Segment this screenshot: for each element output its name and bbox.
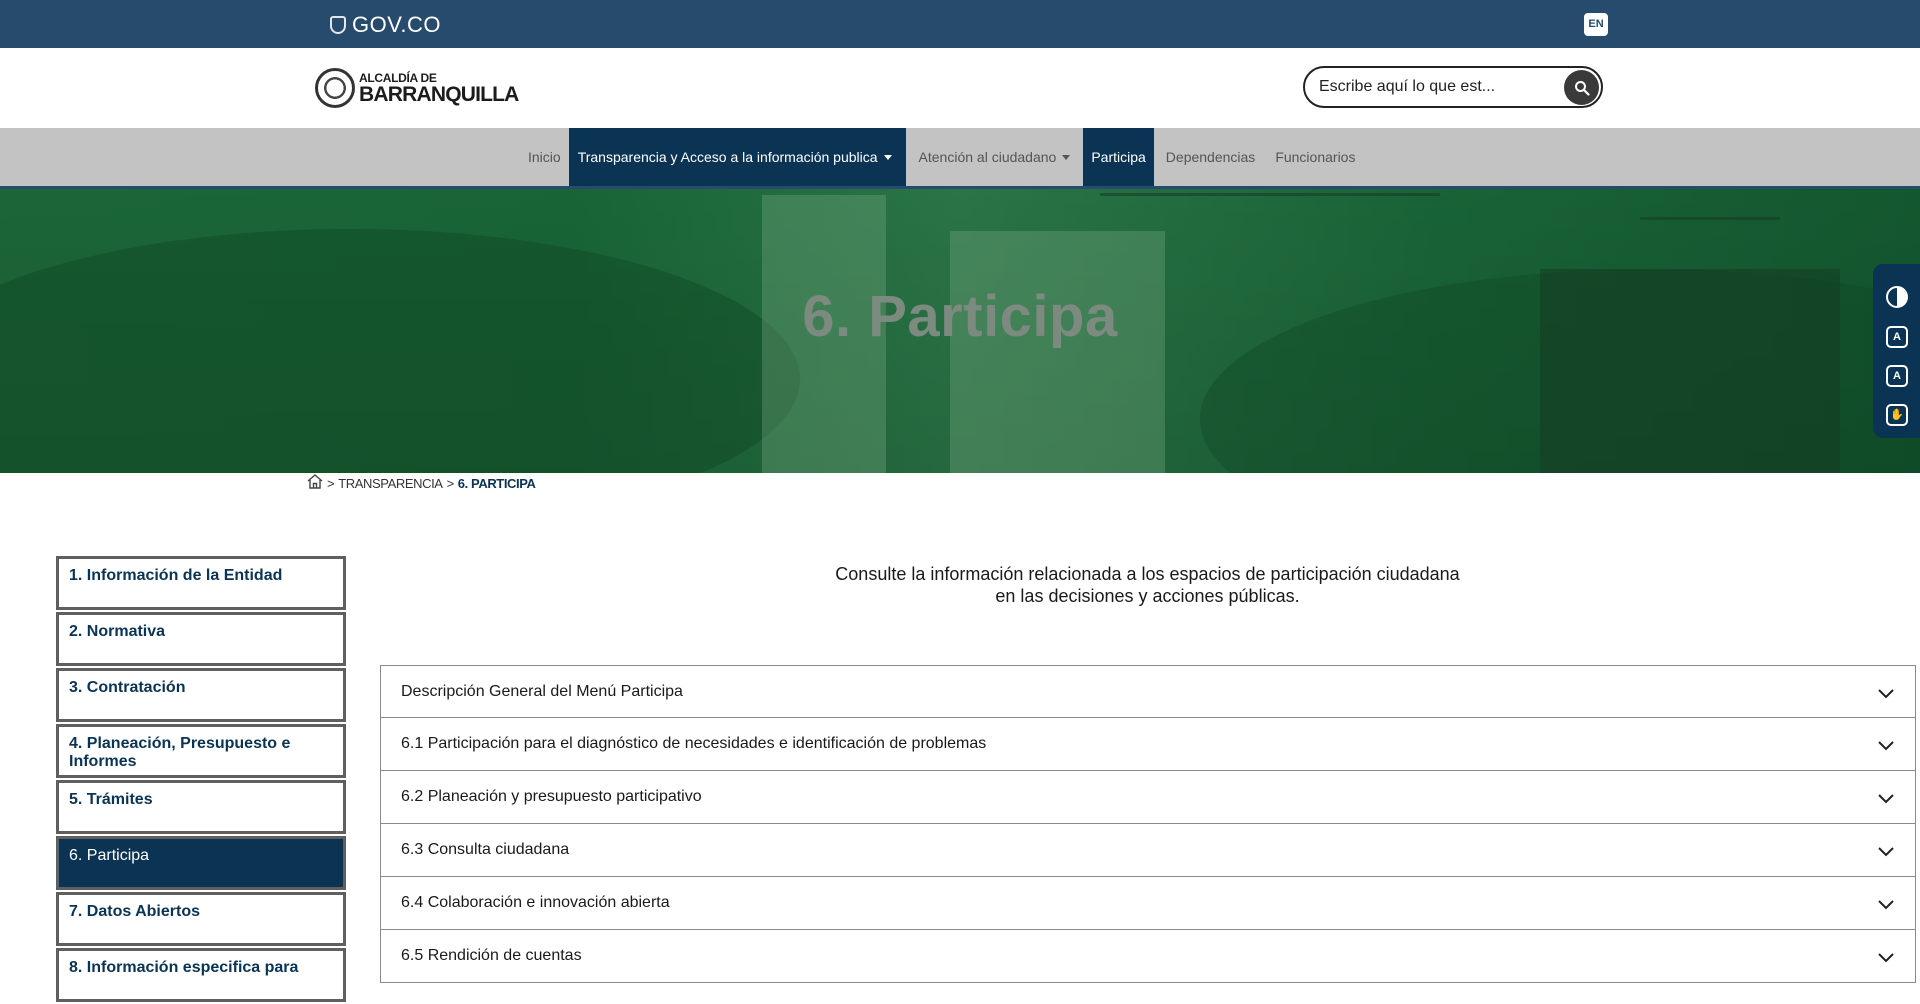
page-title: 6. Participa	[802, 284, 1118, 349]
search-button[interactable]	[1564, 70, 1599, 105]
sign-language-icon[interactable]: ✋	[1886, 404, 1908, 426]
accordion-item-label: 6.5 Rendición de cuentas	[401, 947, 582, 964]
hero-crane-shape	[1100, 193, 1440, 196]
search-input[interactable]	[1319, 76, 1559, 98]
chevron-down-icon	[1062, 154, 1071, 160]
sidebar-item-normativa[interactable]: 2. Normativa	[56, 612, 346, 666]
hero-banner: 6. Participa	[0, 189, 1920, 473]
gov-co-link[interactable]: GOV.CO	[330, 12, 441, 38]
accordion-item-label: Descripción General del Menú Participa	[401, 682, 683, 700]
chevron-down-icon	[1878, 900, 1894, 910]
breadcrumb-home-link[interactable]	[307, 474, 323, 492]
accordion-item-descripcion-general[interactable]: Descripción General del Menú Participa	[380, 665, 1916, 718]
main-nav-items: Inicio Transparencia y Acceso a la infor…	[520, 128, 1363, 186]
search-box	[1303, 66, 1603, 108]
sidebar-item-planeacion[interactable]: 4. Planeación, Presupuesto e Informes	[56, 724, 346, 778]
breadcrumb-separator: >	[446, 475, 455, 491]
nav-item-label: Atención al ciudadano	[918, 149, 1057, 165]
nav-item-atencion[interactable]: Atención al ciudadano	[906, 128, 1084, 186]
site-header: ALCALDÍA DE BARRANQUILLA	[0, 48, 1920, 128]
accordion-item-label: 6.1 Participación para el diagnóstico de…	[401, 735, 987, 752]
accordion-item-6-4[interactable]: 6.4 Colaboración e innovación abierta	[380, 877, 1916, 930]
chevron-down-icon	[1878, 741, 1894, 751]
sidebar-item-label: 5. Trámites	[69, 791, 153, 808]
sidebar-item-label: 1. Información de la Entidad	[69, 567, 283, 584]
nav-item-participa[interactable]: Participa	[1083, 128, 1154, 186]
accordion-item-6-2[interactable]: 6.2 Planeación y presupuesto participati…	[380, 771, 1916, 824]
accordion-item-6-1[interactable]: 6.1 Participación para el diagnóstico de…	[380, 718, 1916, 771]
chevron-down-icon	[1878, 847, 1894, 857]
crest-icon	[315, 68, 355, 108]
brand-line-1: ALCALDÍA DE	[359, 70, 437, 85]
accordion-item-6-5[interactable]: 6.5 Rendición de cuentas	[380, 930, 1916, 983]
hero-building-shape	[950, 231, 1165, 473]
hero-background-shape	[0, 229, 800, 473]
participa-accordion: Descripción General del Menú Participa 6…	[380, 665, 1916, 983]
intro-line-2: en las decisiones y acciones públicas.	[995, 585, 1300, 606]
sidebar-item-label: 3. Contratación	[69, 679, 186, 696]
sidebar-item-label: 8. Información especifica para	[69, 959, 299, 976]
home-icon	[307, 474, 323, 489]
breadcrumb: > TRANSPARENCIA > 6. PARTICIPA	[307, 474, 536, 492]
nav-item-label: Inicio	[528, 149, 561, 165]
sidebar-item-label: 7. Datos Abiertos	[69, 903, 200, 920]
language-toggle-button[interactable]: EN	[1584, 13, 1608, 36]
shield-icon	[330, 16, 346, 34]
intro-text: Consulte la información relacionada a lo…	[380, 564, 1915, 607]
accordion-item-label: 6.4 Colaboración e innovación abierta	[401, 894, 670, 911]
font-increase-icon[interactable]: A	[1886, 365, 1908, 387]
hero-crane-shape	[1640, 217, 1780, 220]
breadcrumb-transparencia-link[interactable]: TRANSPARENCIA	[338, 476, 443, 491]
sidebar-item-tramites[interactable]: 5. Trámites	[56, 780, 346, 834]
sidebar-item-label: 6. Participa	[69, 847, 150, 864]
main-nav: Inicio Transparencia y Acceso a la infor…	[0, 128, 1920, 189]
sidebar-item-informacion-entidad[interactable]: 1. Información de la Entidad	[56, 556, 346, 610]
search-icon	[1574, 80, 1590, 96]
nav-item-inicio[interactable]: Inicio	[520, 128, 569, 186]
nav-item-funcionarios[interactable]: Funcionarios	[1267, 128, 1363, 186]
gov-co-label: GOV.CO	[352, 12, 441, 37]
brand-line-2: BARRANQUILLA	[359, 82, 519, 106]
intro-line-1: Consulte la información relacionada a lo…	[835, 564, 1460, 584]
chevron-down-icon	[1878, 953, 1894, 963]
sidebar-item-label: 2. Normativa	[69, 623, 166, 640]
font-decrease-icon[interactable]: A	[1886, 326, 1908, 348]
nav-item-label: Funcionarios	[1275, 149, 1356, 165]
brand-text: ALCALDÍA DE BARRANQUILLA	[359, 72, 519, 105]
nav-item-label: Dependencias	[1165, 149, 1256, 165]
sidebar-item-label: 4. Planeación, Presupuesto e Informes	[69, 735, 291, 771]
contrast-icon[interactable]	[1886, 286, 1908, 308]
chevron-down-icon	[1878, 689, 1894, 699]
accordion-item-6-3[interactable]: 6.3 Consulta ciudadana	[380, 824, 1916, 877]
chevron-down-icon	[883, 154, 892, 160]
chevron-down-icon	[1878, 794, 1894, 804]
nav-item-label: Participa	[1091, 149, 1146, 165]
transparency-sidebar: 1. Información de la Entidad 2. Normativ…	[56, 556, 346, 1004]
sidebar-item-datos-abiertos[interactable]: 7. Datos Abiertos	[56, 892, 346, 946]
nav-item-transparencia[interactable]: Transparencia y Acceso a la información …	[568, 128, 906, 186]
alcaldia-logo-link[interactable]: ALCALDÍA DE BARRANQUILLA	[315, 68, 519, 108]
breadcrumb-separator: >	[327, 475, 335, 491]
nav-item-label: Transparencia y Acceso a la información …	[577, 149, 878, 165]
sidebar-item-informacion-especifica[interactable]: 8. Información especifica para	[56, 948, 346, 1002]
nav-item-dependencias[interactable]: Dependencias	[1154, 128, 1268, 186]
sidebar-item-contratacion[interactable]: 3. Contratación	[56, 668, 346, 722]
accessibility-toolbar: A A ✋	[1873, 264, 1920, 438]
accordion-item-label: 6.3 Consulta ciudadana	[401, 841, 570, 858]
accordion-item-label: 6.2 Planeación y presupuesto participati…	[401, 788, 702, 805]
sidebar-item-participa[interactable]: 6. Participa	[56, 836, 346, 890]
breadcrumb-current: 6. PARTICIPA	[457, 475, 536, 491]
gov-top-bar: GOV.CO EN	[0, 0, 1920, 48]
